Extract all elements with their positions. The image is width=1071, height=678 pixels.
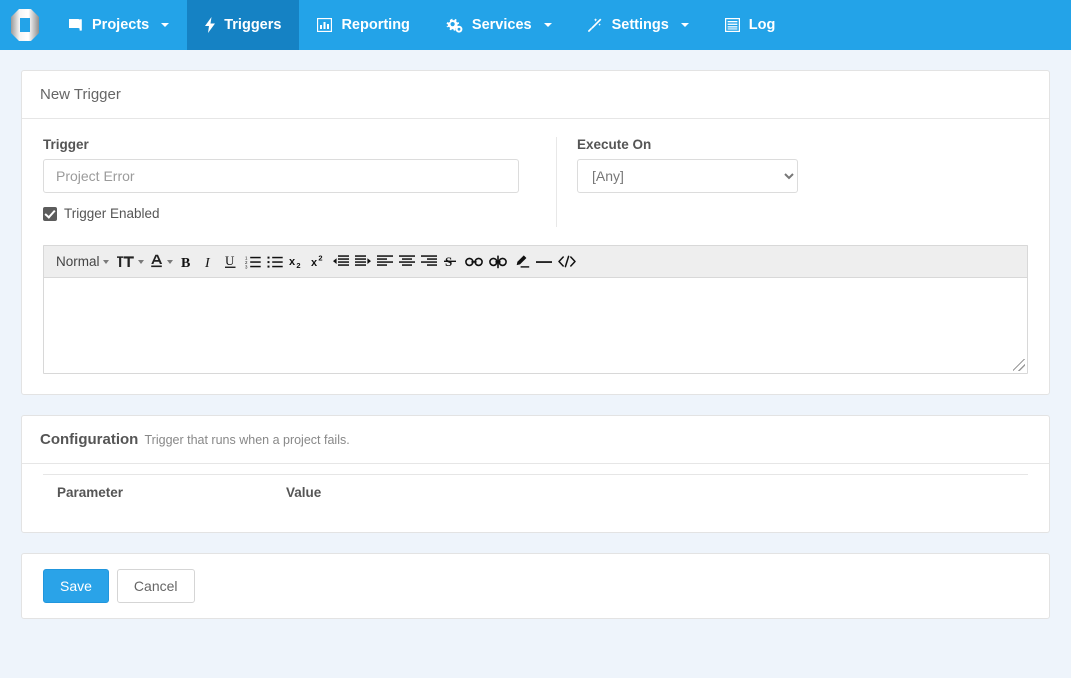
execute-on-select[interactable]: [Any] xyxy=(577,159,798,193)
chevron-down-icon xyxy=(543,23,552,27)
link-icon[interactable] xyxy=(462,249,486,275)
chevron-down-icon xyxy=(161,23,170,27)
code-icon[interactable] xyxy=(555,249,579,275)
list-lines-icon xyxy=(724,18,740,32)
nav-item-log[interactable]: Log xyxy=(707,0,794,50)
form-actions-panel: Save Cancel xyxy=(21,553,1050,619)
format-dropdown[interactable]: Normal xyxy=(50,249,114,275)
chevron-down-icon xyxy=(137,259,144,264)
align-right-icon[interactable] xyxy=(418,249,440,275)
nav-item-settings[interactable]: Settings xyxy=(570,0,707,50)
bold-icon[interactable]: B xyxy=(176,249,198,275)
nav-item-label: Log xyxy=(748,17,776,33)
chevron-down-icon xyxy=(166,259,173,264)
nav-item-services[interactable]: Services xyxy=(428,0,570,50)
editor-toolbar: Normal B I U 1 2 3 x 2 x 2 S xyxy=(43,245,1028,277)
nav-item-projects[interactable]: Projects xyxy=(50,0,187,50)
configuration-table: Parameter Value xyxy=(43,474,1028,524)
configuration-panel: Configuration Trigger that runs when a p… xyxy=(21,415,1050,533)
editor-resize-handle[interactable] xyxy=(1013,359,1025,371)
indent-icon[interactable] xyxy=(352,249,374,275)
new-trigger-title: New Trigger xyxy=(22,71,1049,119)
bullet-list-icon[interactable] xyxy=(264,249,286,275)
save-button[interactable]: Save xyxy=(43,569,109,603)
configuration-heading: Configuration Trigger that runs when a p… xyxy=(22,416,1049,464)
underline-icon[interactable]: U xyxy=(220,249,242,275)
trigger-form-row: Trigger Trigger Enabled Execute On [Any] xyxy=(43,137,1028,227)
trigger-form-left: Trigger Trigger Enabled xyxy=(43,137,557,227)
svg-text:x: x xyxy=(311,257,318,269)
description-editor: Normal B I U 1 2 3 x 2 x 2 S xyxy=(43,245,1028,374)
svg-text:2: 2 xyxy=(296,261,300,269)
column-header-value: Value xyxy=(286,474,1028,524)
chevron-down-icon xyxy=(680,23,689,27)
font-size-icon[interactable] xyxy=(114,249,147,275)
nav-item-label: Projects xyxy=(92,17,150,33)
outdent-icon[interactable] xyxy=(330,249,352,275)
nav-item-label: Reporting xyxy=(341,17,410,33)
new-trigger-body: Trigger Trigger Enabled Execute On [Any] xyxy=(22,119,1049,394)
book-icon xyxy=(68,18,83,32)
trigger-form-right: Execute On [Any] xyxy=(557,137,798,227)
nav-item-label: Triggers xyxy=(224,17,282,33)
execute-on-label: Execute On xyxy=(577,137,652,152)
gears-icon xyxy=(446,18,463,33)
brand-logo[interactable] xyxy=(0,0,50,50)
trigger-enabled-label: Trigger Enabled xyxy=(64,206,160,221)
nav-item-reporting[interactable]: Reporting xyxy=(299,0,427,50)
configuration-body: Parameter Value xyxy=(22,464,1049,532)
magic-wand-icon xyxy=(587,17,603,33)
editor-content-area[interactable] xyxy=(43,277,1028,374)
form-actions: Save Cancel xyxy=(22,554,1049,618)
nav-items: Projects Triggers Reporting Services Set… xyxy=(50,0,793,50)
main-navbar: Projects Triggers Reporting Services Set… xyxy=(0,0,1071,50)
svg-text:U: U xyxy=(225,254,235,268)
format-dropdown-label: Normal xyxy=(56,254,100,269)
trigger-enabled-row[interactable]: Trigger Enabled xyxy=(43,206,534,221)
horizontal-rule-icon[interactable] xyxy=(533,249,555,275)
new-trigger-panel: New Trigger Trigger Trigger Enabled Exec… xyxy=(21,70,1050,395)
superscript-icon[interactable]: x 2 xyxy=(308,249,330,275)
trigger-name-input[interactable] xyxy=(43,159,519,193)
italic-icon[interactable]: I xyxy=(198,249,220,275)
clear-format-icon[interactable] xyxy=(510,249,533,275)
bar-chart-icon xyxy=(317,18,333,32)
trigger-enabled-checkbox[interactable] xyxy=(43,206,57,221)
chevron-down-icon xyxy=(102,259,109,264)
page-content: New Trigger Trigger Trigger Enabled Exec… xyxy=(0,70,1071,678)
configuration-subtitle: Trigger that runs when a project fails. xyxy=(144,433,350,447)
table-header-row: Parameter Value xyxy=(43,474,1028,524)
octagon-logo-icon xyxy=(10,8,40,42)
subscript-icon[interactable]: x 2 xyxy=(286,249,308,275)
svg-text:B: B xyxy=(181,256,190,269)
align-left-icon[interactable] xyxy=(374,249,396,275)
align-center-icon[interactable] xyxy=(396,249,418,275)
svg-text:2: 2 xyxy=(318,254,322,263)
strikethrough-icon[interactable]: S xyxy=(440,249,462,275)
nav-item-label: Services xyxy=(471,17,532,33)
bolt-icon xyxy=(205,17,216,33)
svg-text:3: 3 xyxy=(245,264,248,269)
trigger-name-label: Trigger xyxy=(43,137,89,152)
column-header-parameter: Parameter xyxy=(43,474,286,524)
cancel-button[interactable]: Cancel xyxy=(116,569,195,603)
ordered-list-icon[interactable]: 1 2 3 xyxy=(242,249,264,275)
nav-item-triggers[interactable]: Triggers xyxy=(187,0,300,50)
svg-text:x: x xyxy=(289,256,296,268)
unlink-icon[interactable] xyxy=(486,249,510,275)
configuration-title: Configuration xyxy=(40,431,139,448)
svg-text:I: I xyxy=(204,256,211,269)
nav-item-label: Settings xyxy=(611,17,669,33)
font-color-icon[interactable] xyxy=(147,249,176,275)
